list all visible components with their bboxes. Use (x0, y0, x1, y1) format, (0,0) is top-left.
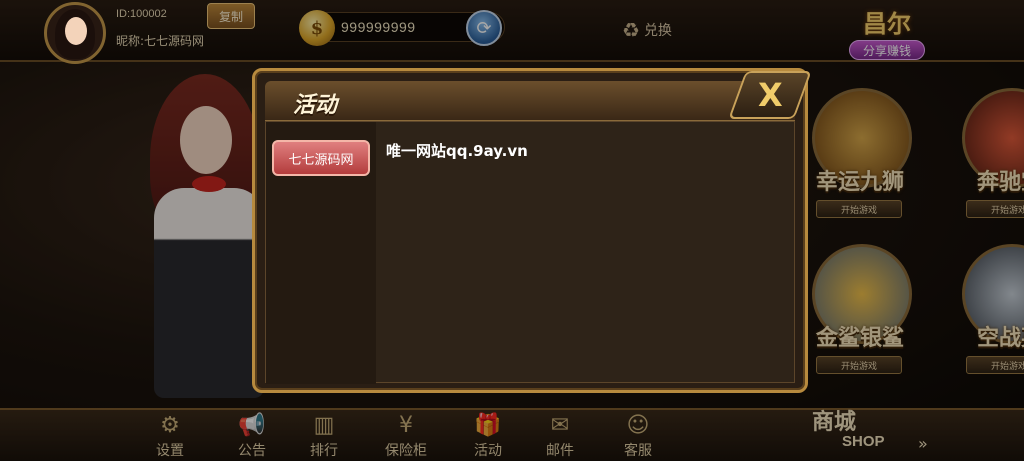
events-dialog: 活动 X 七七源码网 唯一网站qq.9ay.vn (252, 68, 812, 393)
dialog-body: 七七源码网 唯一网站qq.9ay.vn (265, 121, 795, 384)
lobby-screen: 幸运九狮 开始游戏 奔驰宝 开始游戏 金鲨银鲨 开始游戏 空战英 开始游戏 ID… (0, 0, 1024, 461)
dialog-title: 活动 (293, 93, 338, 118)
event-tab-list: 七七源码网 (266, 122, 376, 384)
close-icon: X (757, 76, 783, 114)
dialog-header: 活动 (265, 81, 795, 121)
close-button[interactable]: X (728, 71, 812, 119)
tab-site[interactable]: 七七源码网 (272, 140, 370, 176)
event-notice-text: 唯一网站qq.9ay.vn (386, 142, 528, 160)
